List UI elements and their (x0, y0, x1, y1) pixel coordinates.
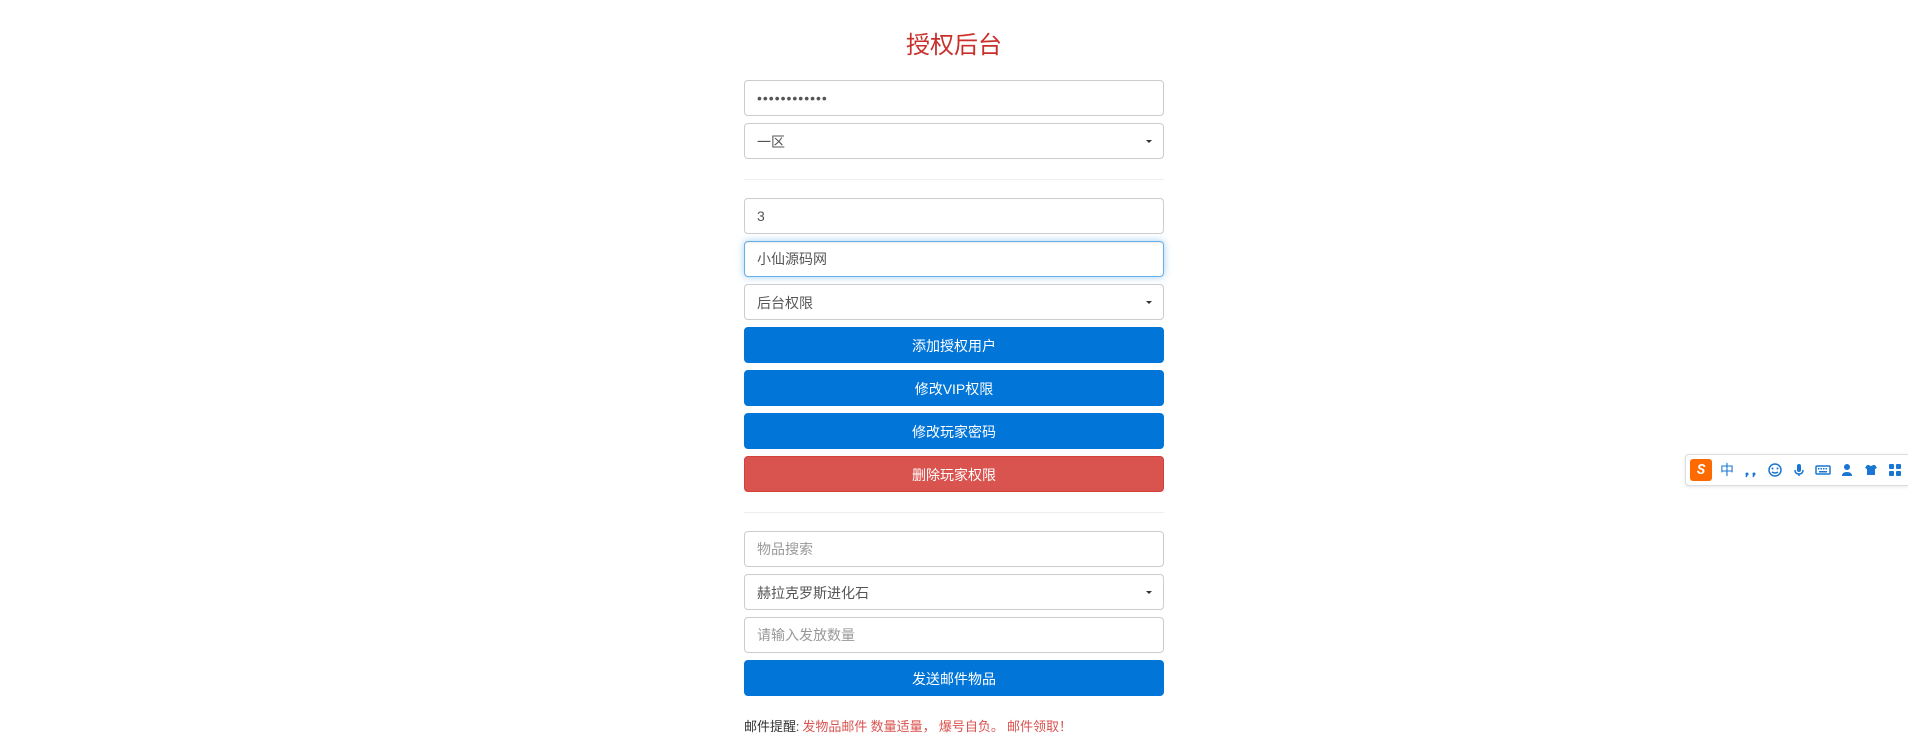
quantity-input[interactable] (744, 617, 1164, 653)
username-input[interactable] (744, 241, 1164, 277)
user-manage-section: 后台权限 添加授权用户 修改VIP权限 修改玩家密码 删除玩家权限 (744, 198, 1164, 492)
ime-voice-icon[interactable] (1790, 462, 1808, 478)
mail-item-section: 赫拉克罗斯进化石 发送邮件物品 (744, 531, 1164, 696)
user-id-input[interactable] (744, 198, 1164, 234)
add-auth-user-button[interactable]: 添加授权用户 (744, 327, 1164, 363)
region-select[interactable]: 一区 (744, 123, 1164, 159)
divider (744, 512, 1164, 513)
ime-punctuation-icon[interactable] (1742, 462, 1760, 478)
ime-logo-icon[interactable]: S (1690, 459, 1712, 481)
ime-language-toggle[interactable]: 中 (1718, 460, 1736, 480)
modify-password-button[interactable]: 修改玩家密码 (744, 413, 1164, 449)
delete-permission-button[interactable]: 删除玩家权限 (744, 456, 1164, 492)
ime-toolbox-icon[interactable] (1886, 462, 1904, 478)
ime-emoji-icon[interactable] (1766, 462, 1784, 478)
notice-label: 邮件提醒: (744, 720, 802, 735)
permission-select[interactable]: 后台权限 (744, 284, 1164, 320)
divider (744, 179, 1164, 180)
ime-user-icon[interactable] (1838, 462, 1856, 478)
page-title: 授权后台 (744, 25, 1164, 60)
password-input[interactable] (744, 80, 1164, 116)
item-select[interactable]: 赫拉克罗斯进化石 (744, 574, 1164, 610)
mail-notice: 邮件提醒: 发物品邮件 数量适量， 爆号自负。 邮件领取！ (744, 716, 1164, 735)
ime-toolbar[interactable]: S 中 (1685, 454, 1908, 486)
ime-skin-icon[interactable] (1862, 462, 1880, 478)
item-search-input[interactable] (744, 531, 1164, 567)
ime-keyboard-icon[interactable] (1814, 462, 1832, 478)
modify-vip-button[interactable]: 修改VIP权限 (744, 370, 1164, 406)
send-mail-button[interactable]: 发送邮件物品 (744, 660, 1164, 696)
auth-section: 一区 (744, 80, 1164, 159)
notice-text: 发物品邮件 数量适量， 爆号自负。 邮件领取！ (802, 720, 1072, 735)
